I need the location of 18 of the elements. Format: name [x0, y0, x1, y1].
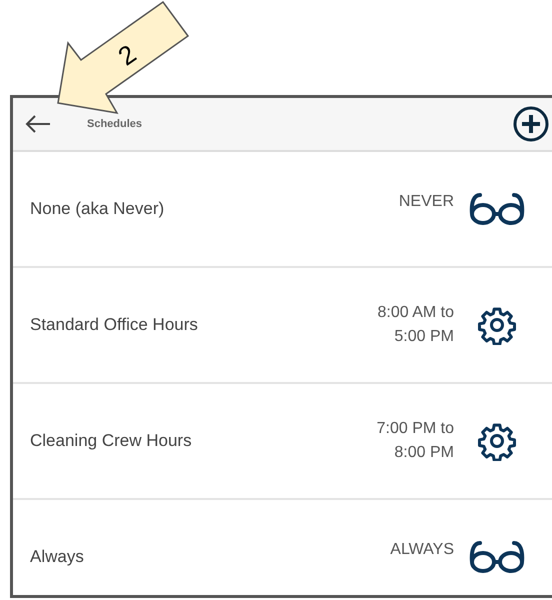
- callout-number: 2: [112, 38, 142, 72]
- schedule-time: 7:00 PM to: [376, 419, 454, 439]
- schedule-name: Cleaning Crew Hours: [30, 431, 193, 451]
- schedule-name: Always: [30, 547, 85, 567]
- schedule-name: Standard Office Hours: [30, 315, 199, 335]
- schedule-time: 8:00 AM to: [378, 303, 454, 323]
- schedule-name: None (aka Never): [30, 199, 166, 219]
- page-title: Schedules: [87, 118, 144, 130]
- schedule-time: ALWAYS: [390, 540, 454, 560]
- back-arrow-icon[interactable]: [25, 115, 51, 133]
- gear-icon[interactable]: [477, 305, 517, 345]
- schedule-time: 8:00 PM: [394, 443, 454, 463]
- gear-icon[interactable]: [477, 421, 517, 461]
- add-icon[interactable]: [513, 106, 549, 142]
- schedule-time: 5:00 PM: [394, 327, 454, 347]
- schedule-time: NEVER: [398, 192, 454, 212]
- glasses-icon[interactable]: [468, 540, 526, 574]
- glasses-icon[interactable]: [468, 192, 526, 226]
